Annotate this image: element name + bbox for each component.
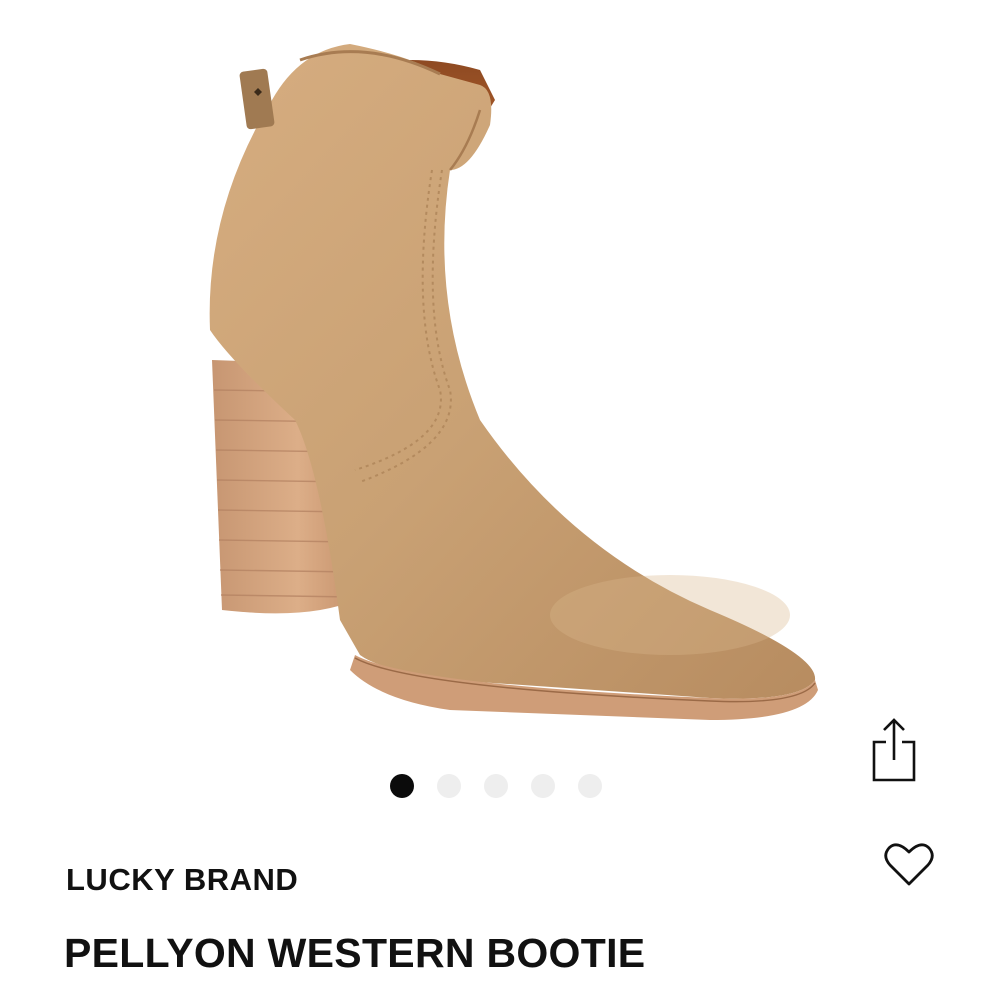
- share-icon: [872, 718, 916, 782]
- heart-icon: [884, 843, 934, 886]
- pager-dot-2[interactable]: [437, 774, 461, 798]
- pager-dot-4[interactable]: [531, 774, 555, 798]
- brand-name[interactable]: LUCKY BRAND: [66, 862, 298, 898]
- image-pager: [390, 774, 602, 798]
- product-title: PELLYON WESTERN BOOTIE: [64, 930, 646, 976]
- favorite-button[interactable]: [878, 835, 940, 893]
- share-button[interactable]: [864, 712, 924, 786]
- pager-dot-3[interactable]: [484, 774, 508, 798]
- pager-dot-1[interactable]: [390, 774, 414, 798]
- bootie-illustration: [209, 44, 818, 720]
- pager-dot-5[interactable]: [578, 774, 602, 798]
- product-image[interactable]: [150, 30, 850, 730]
- product-page: LUCKY BRAND PELLYON WESTERN BOOTIE: [0, 0, 1000, 1000]
